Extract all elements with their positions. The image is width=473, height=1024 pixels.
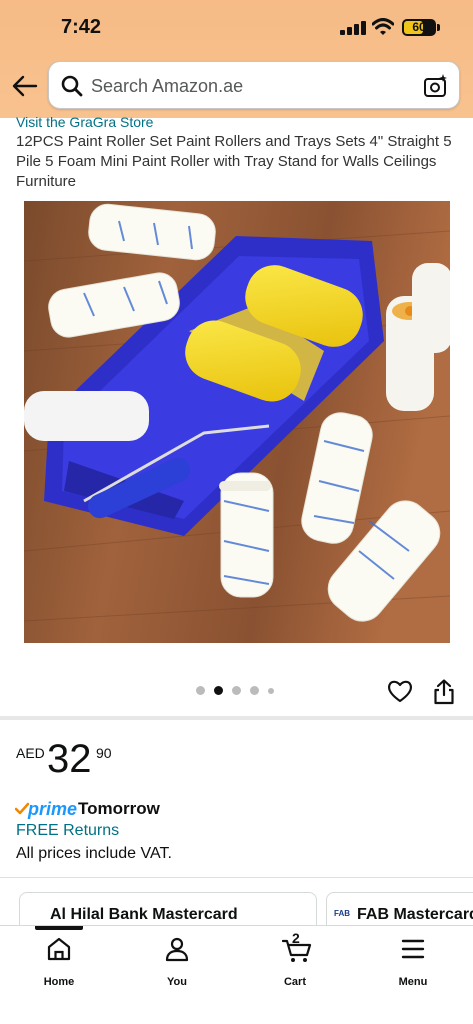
status-time: 7:42	[61, 16, 102, 38]
carousel-dot-active[interactable]	[214, 686, 223, 695]
carousel-dot[interactable]	[268, 687, 274, 694]
back-arrow-icon[interactable]	[12, 74, 38, 98]
price-currency: AED	[16, 745, 45, 761]
fab-logo: FAB	[334, 909, 350, 918]
nav-label: Menu	[398, 976, 428, 988]
status-bar: 7:42 60	[0, 0, 473, 56]
nav-label: Cart	[283, 976, 306, 988]
delivery-day: Tomorrow	[78, 799, 160, 818]
free-returns-link[interactable]: FREE Returns	[16, 822, 119, 840]
app-header: 7:42 60 Search Amazon.ae	[0, 0, 473, 118]
prime-badge: prime	[28, 799, 78, 819]
search-bar[interactable]: Search Amazon.ae	[48, 61, 460, 109]
carousel-dot[interactable]	[250, 686, 259, 695]
nav-cart[interactable]: 2 Cart	[255, 930, 335, 992]
price-whole: 32	[47, 737, 92, 781]
section-divider	[0, 877, 473, 878]
offer-card-label: Al Hilal Bank Mastercard	[50, 906, 238, 923]
battery-level: 60	[412, 20, 426, 34]
home-icon	[47, 937, 71, 961]
prime-check-icon	[15, 802, 29, 815]
carousel-dot[interactable]	[232, 686, 241, 695]
nav-menu[interactable]: Menu	[373, 936, 453, 992]
store-link[interactable]: Visit the GraGra Store	[16, 114, 153, 130]
nav-home[interactable]: Home	[19, 936, 99, 992]
bottom-nav: Home You 2 Cart Menu	[0, 925, 473, 1024]
cart-count: 2	[292, 930, 300, 946]
nav-label: You	[167, 976, 187, 988]
section-divider	[0, 716, 473, 720]
share-icon[interactable]	[433, 679, 455, 705]
nav-you[interactable]: You	[137, 936, 217, 992]
carousel-dot[interactable]	[196, 686, 205, 695]
cellular-signal-icon	[340, 21, 366, 35]
user-icon	[165, 937, 189, 962]
search-icon	[61, 75, 83, 97]
camera-search-icon[interactable]	[423, 73, 449, 99]
wifi-icon	[372, 18, 394, 35]
menu-icon	[401, 939, 425, 959]
active-tab-indicator	[35, 926, 83, 930]
search-input[interactable]: Search Amazon.ae	[91, 76, 243, 97]
price-fraction: 90	[96, 745, 112, 761]
product-title: 12PCS Paint Roller Set Paint Rollers and…	[16, 133, 452, 190]
heart-icon[interactable]	[387, 679, 413, 703]
battery-icon: 60	[402, 19, 436, 36]
vat-note: All prices include VAT.	[16, 845, 172, 862]
offer-card-label: FAB Mastercard	[357, 906, 473, 923]
nav-label: Home	[43, 976, 75, 988]
battery-tip	[437, 24, 440, 31]
product-image[interactable]	[24, 201, 450, 643]
